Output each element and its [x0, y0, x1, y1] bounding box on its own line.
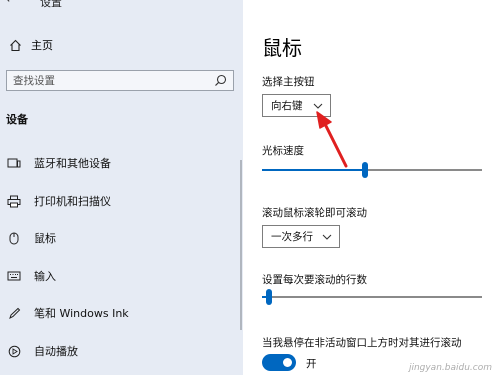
primary-button-dropdown[interactable]: 向右键 — [262, 94, 331, 117]
search-input[interactable]: 查找设置 — [6, 70, 234, 91]
toggle-state-label: 开 — [306, 358, 317, 370]
scroll-mode-value: 一次多行 — [271, 231, 313, 243]
page-title: 鼠标 — [262, 36, 302, 60]
window-title: 设置 — [40, 0, 62, 9]
inactive-scroll-label: 当我悬停在非活动窗口上方时对其进行滚动 — [262, 337, 462, 349]
scroll-mode-label: 滚动鼠标滚轮即可滚动 — [262, 207, 367, 219]
sidebar-item-label: 自动播放 — [34, 345, 78, 358]
pen-icon — [6, 307, 22, 320]
scroll-mode-dropdown[interactable]: 一次多行 — [262, 225, 340, 248]
slider-track — [365, 169, 482, 171]
keyboard-icon — [6, 271, 22, 281]
home-icon — [7, 39, 23, 52]
sidebar-item-label: 输入 — [34, 270, 56, 283]
sidebar-item-typing[interactable]: 输入 — [6, 267, 56, 285]
sidebar-item-label: 笔和 Windows Ink — [34, 307, 129, 320]
home-label: 主页 — [31, 39, 53, 52]
toggle-knob — [283, 358, 292, 367]
search-placeholder: 查找设置 — [13, 75, 55, 87]
slider-track — [269, 296, 482, 298]
autoplay-icon — [6, 345, 22, 358]
back-arrow-icon[interactable]: ← — [6, 0, 16, 6]
mouse-icon — [6, 232, 22, 245]
section-label-devices: 设备 — [6, 113, 28, 126]
slider-fill — [262, 169, 365, 171]
lines-to-scroll-slider[interactable] — [262, 289, 482, 305]
cursor-speed-slider[interactable] — [262, 162, 482, 178]
primary-button-value: 向右键 — [271, 100, 303, 112]
settings-sidebar: ← 设置 主页 查找设置 设备 蓝牙和其他设备 打印机和扫描仪 鼠标 — [0, 0, 243, 375]
cursor-speed-label: 光标速度 — [262, 145, 304, 157]
sidebar-item-bluetooth[interactable]: 蓝牙和其他设备 — [6, 154, 111, 172]
inactive-scroll-toggle[interactable] — [262, 354, 296, 371]
sidebar-item-printers[interactable]: 打印机和扫描仪 — [6, 192, 111, 210]
search-icon[interactable] — [214, 74, 227, 90]
sidebar-item-label: 蓝牙和其他设备 — [34, 157, 111, 170]
sidebar-item-pen[interactable]: 笔和 Windows Ink — [6, 304, 129, 322]
sidebar-item-label: 鼠标 — [34, 232, 56, 245]
watermark: jingyan.baidu.com — [408, 363, 492, 373]
printer-icon — [6, 195, 22, 208]
bluetooth-devices-icon — [6, 157, 22, 169]
chevron-down-icon — [313, 101, 323, 113]
sidebar-item-label: 打印机和扫描仪 — [34, 195, 111, 208]
sidebar-scrollbar[interactable] — [240, 160, 242, 330]
slider-thumb[interactable] — [362, 162, 368, 178]
lines-to-scroll-label: 设置每次要滚动的行数 — [262, 274, 367, 286]
mouse-settings-pane: 鼠标 选择主按钮 向右键 光标速度 滚动鼠标滚轮即可滚动 一次多行 设置每次要滚… — [243, 0, 500, 375]
primary-button-label: 选择主按钮 — [262, 76, 315, 88]
chevron-down-icon — [322, 232, 332, 244]
sidebar-item-home[interactable]: 主页 — [7, 36, 53, 54]
sidebar-item-autoplay[interactable]: 自动播放 — [6, 342, 78, 360]
slider-thumb[interactable] — [266, 289, 272, 305]
sidebar-item-mouse[interactable]: 鼠标 — [6, 229, 56, 247]
